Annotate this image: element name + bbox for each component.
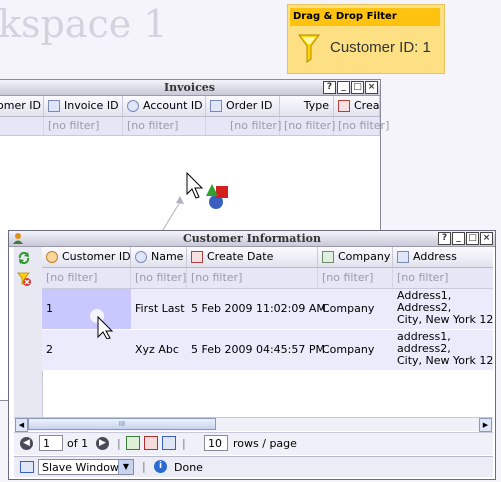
calendar-icon xyxy=(191,251,203,263)
cell-create-date: 5 Feb 2009 04:45:57 PM xyxy=(191,343,325,356)
copy-icon[interactable] xyxy=(162,436,176,450)
col-address[interactable]: Address xyxy=(393,247,493,267)
page-size-input[interactable]: 10 xyxy=(204,435,228,451)
name-icon xyxy=(135,251,147,263)
pager-divider: | xyxy=(182,437,186,450)
filter-cell[interactable]: [no filter] xyxy=(187,268,318,288)
pager-divider: | xyxy=(117,437,121,450)
chevron-down-icon[interactable]: ▼ xyxy=(118,460,133,474)
clear-filter-icon[interactable] xyxy=(17,272,31,286)
delete-row-icon[interactable] xyxy=(144,436,158,450)
cell-address: Address1, Address2, City, New York 1234 xyxy=(397,289,493,326)
customer-icon xyxy=(46,251,58,263)
building-icon xyxy=(322,251,334,263)
minimize-button[interactable]: _ xyxy=(452,232,465,245)
status-bar: Slave Windows ▼ | i Done xyxy=(14,456,493,477)
mouse-cursor-icon xyxy=(90,309,114,339)
previous-page-button[interactable]: ◀ xyxy=(20,437,33,450)
drag-cursor-icon xyxy=(186,172,228,209)
col-customer-id[interactable]: Customer ID xyxy=(42,247,131,267)
scroll-thumb[interactable]: III xyxy=(28,418,216,430)
customer-filter-row: [no filter] [no filter] [no filter] [no … xyxy=(42,268,493,289)
window-list-icon xyxy=(20,461,34,473)
person-icon xyxy=(13,233,23,244)
customer-header-row: Customer ID Name Create Date Company Add… xyxy=(42,247,493,268)
slave-windows-select[interactable]: Slave Windows ▼ xyxy=(38,459,134,475)
help-button[interactable]: ? xyxy=(438,232,451,245)
cell-name: Xyz Abc xyxy=(135,343,179,356)
address-card-icon xyxy=(397,251,409,263)
col-company[interactable]: Company xyxy=(318,247,393,267)
filter-cell[interactable]: [no filter] xyxy=(318,268,393,288)
status-text: Done xyxy=(174,461,203,474)
close-button[interactable]: × xyxy=(480,232,493,245)
rows-per-page-label: rows / page xyxy=(233,437,297,450)
cell-create-date: 5 Feb 2009 11:02:09 AM xyxy=(191,302,326,315)
cell-address: address1, address2, City, New York 1234 xyxy=(397,330,493,367)
cell-company: Company xyxy=(322,302,375,315)
cell-name: First Last xyxy=(135,302,185,315)
cell-company: Company xyxy=(322,343,375,356)
slave-windows-value: Slave Windows xyxy=(42,461,125,474)
filter-cell[interactable]: [no filter] xyxy=(393,268,493,288)
customer-title: Customer Information xyxy=(183,232,321,245)
add-row-icon[interactable] xyxy=(126,436,140,450)
maximize-button[interactable]: □ xyxy=(466,232,479,245)
col-create-date[interactable]: Create Date xyxy=(187,247,318,267)
scroll-right-button[interactable]: ▶ xyxy=(479,418,492,432)
refresh-icon[interactable] xyxy=(17,251,31,265)
horizontal-scrollbar[interactable]: ◀ III ▶ xyxy=(14,417,493,432)
customer-titlebar[interactable]: Customer Information ? _ □ × xyxy=(9,231,495,247)
page-count-label: of 1 xyxy=(67,437,89,450)
status-divider: | xyxy=(142,460,146,473)
info-icon: i xyxy=(154,460,167,473)
filter-cell[interactable]: [no filter] xyxy=(131,268,187,288)
col-name[interactable]: Name xyxy=(131,247,187,267)
filter-cell[interactable]: [no filter] xyxy=(42,268,131,288)
scroll-left-button[interactable]: ◀ xyxy=(15,418,28,432)
pager-bar: ◀ 1 of 1 ▶ | | 10 rows / page xyxy=(14,432,493,455)
next-page-button[interactable]: ▶ xyxy=(96,437,109,450)
page-number-input[interactable]: 1 xyxy=(39,435,63,451)
